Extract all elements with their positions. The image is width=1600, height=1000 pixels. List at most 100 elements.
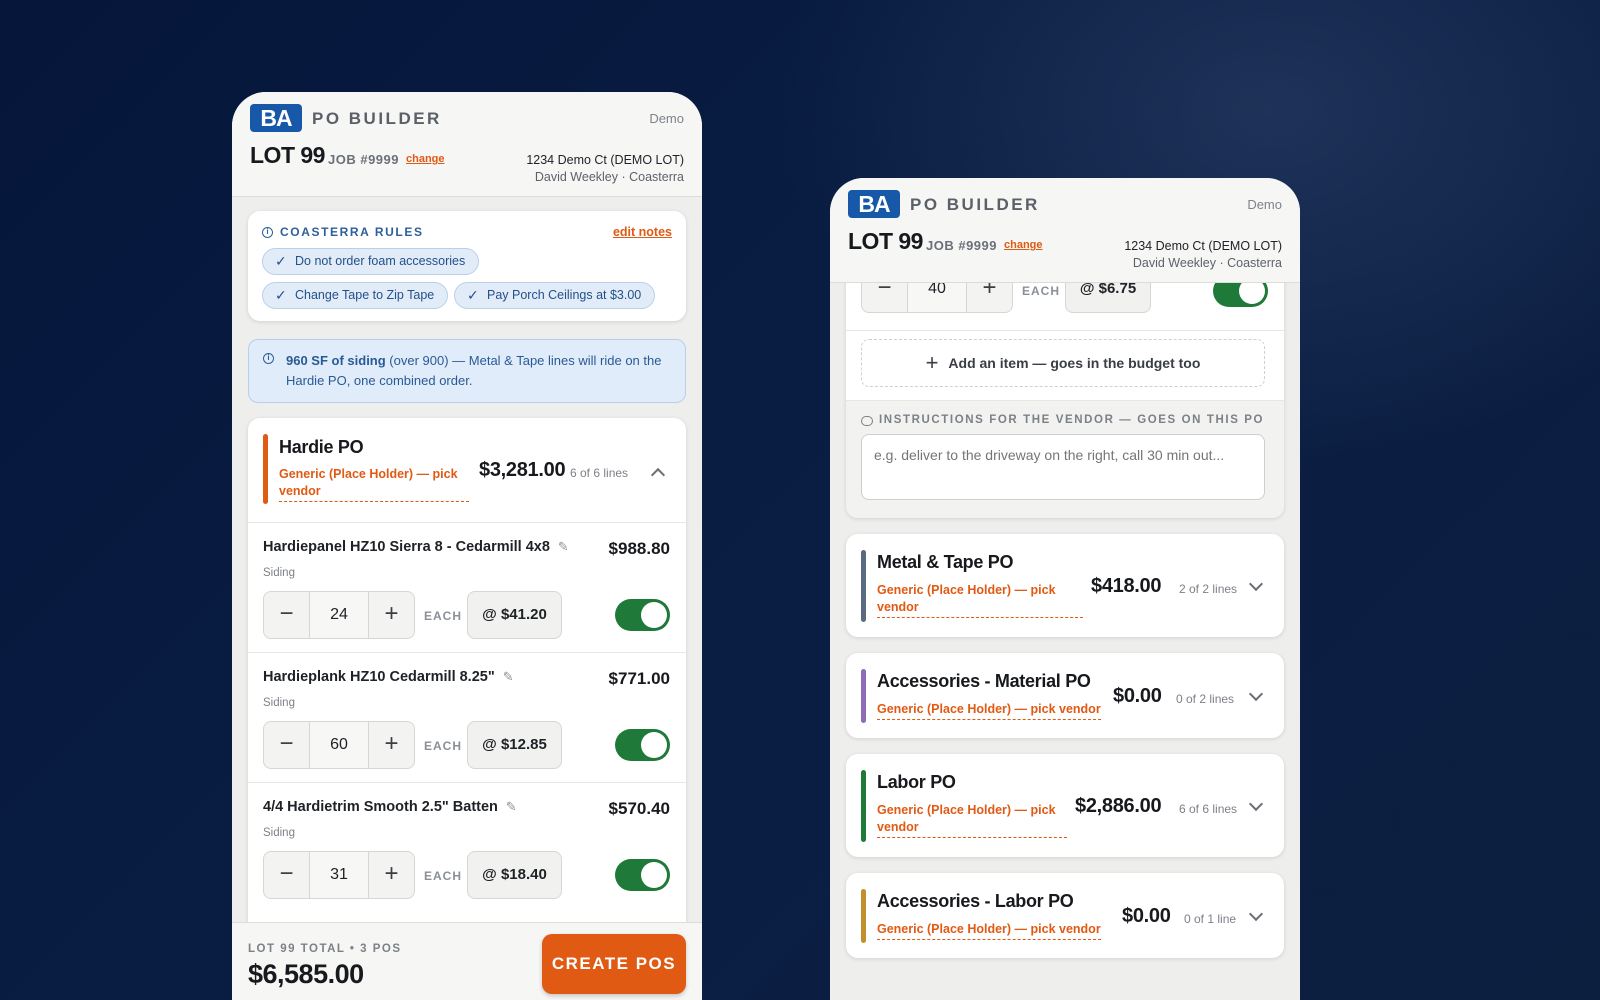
phone-screen-left: BA PO BUILDER Demo LOT 99 JOB #9999 chan… bbox=[232, 92, 702, 1000]
expand-chevron-icon[interactable] bbox=[1248, 688, 1264, 704]
increment-button[interactable]: + bbox=[368, 592, 414, 638]
item-price: $988.80 bbox=[608, 539, 670, 558]
quantity-value[interactable]: 24 bbox=[310, 592, 368, 638]
create-pos-button[interactable]: CREATE POS bbox=[542, 934, 686, 994]
app-header: BA PO BUILDER Demo LOT 99 JOB #9999 chan… bbox=[830, 178, 1300, 283]
unit-label: EACH bbox=[424, 609, 463, 623]
check-icon: ✓ bbox=[275, 253, 287, 269]
rules-card: i COASTERRA RULES edit notes ✓ Do not or… bbox=[248, 211, 686, 321]
decrement-button[interactable]: − bbox=[264, 722, 310, 768]
item-category: Siding bbox=[263, 827, 295, 839]
quantity-value[interactable]: 31 bbox=[310, 852, 368, 898]
item-name: Hardieplank HZ10 Cedarmill 8.25" bbox=[263, 669, 495, 685]
collapse-chevron-icon[interactable] bbox=[650, 464, 666, 480]
total-label: LOT 99 TOTAL • 3 POS bbox=[248, 943, 402, 955]
address-line: 1234 Demo Ct (DEMO LOT) bbox=[526, 153, 684, 167]
po-card-accessories-material[interactable]: Accessories - Material PO Generic (Place… bbox=[846, 653, 1284, 738]
po-total: $418.00 bbox=[1091, 575, 1162, 597]
brand-logo: BA bbox=[250, 104, 302, 132]
po-color-bar bbox=[263, 434, 268, 504]
po-total: $0.00 bbox=[1122, 905, 1171, 927]
change-job-link[interactable]: change bbox=[1004, 239, 1043, 251]
po-line-count: 6 of 6 lines bbox=[570, 466, 629, 480]
po-total: $0.00 bbox=[1113, 685, 1162, 707]
edit-notes-link[interactable]: edit notes bbox=[613, 225, 672, 239]
increment-button[interactable]: + bbox=[368, 852, 414, 898]
rules-title: COASTERRA RULES bbox=[280, 225, 424, 239]
lot-address: 1234 Demo Ct (DEMO LOT) David Weekley · … bbox=[1124, 238, 1282, 272]
rule-chip-label: Pay Porch Ceilings at $3.00 bbox=[487, 288, 642, 302]
notice-highlight: 960 SF of siding bbox=[286, 353, 386, 368]
po-name: Hardie PO bbox=[279, 437, 364, 457]
add-item-button[interactable]: + Add an item — goes in the budget too bbox=[861, 339, 1265, 387]
po-color-bar bbox=[861, 889, 866, 943]
mode-label: Demo bbox=[1247, 197, 1282, 212]
brand-title: PO BUILDER bbox=[312, 109, 442, 128]
decrement-button[interactable]: − bbox=[264, 592, 310, 638]
unit-label: EACH bbox=[424, 869, 463, 883]
expand-chevron-icon[interactable] bbox=[1248, 908, 1264, 924]
lot-total: $6,585.00 bbox=[248, 959, 364, 989]
info-icon: i bbox=[263, 353, 274, 364]
rule-chip[interactable]: ✓ Do not order foam accessories bbox=[262, 248, 480, 275]
edit-pencil-icon[interactable]: ✎ bbox=[558, 539, 569, 555]
unit-label: EACH bbox=[1022, 284, 1061, 298]
decrement-button[interactable]: − bbox=[264, 852, 310, 898]
hardie-po-card: Hardie PO Generic (Place Holder) — pick … bbox=[248, 418, 686, 948]
add-item-label: Add an item — goes in the budget too bbox=[948, 355, 1201, 371]
check-icon: ✓ bbox=[275, 287, 287, 303]
edit-pencil-icon[interactable]: ✎ bbox=[506, 799, 517, 815]
rule-chip[interactable]: ✓ Change Tape to Zip Tape bbox=[262, 282, 449, 309]
line-enabled-toggle[interactable] bbox=[615, 599, 670, 631]
job-number: JOB #9999 bbox=[926, 238, 997, 253]
rule-chip-label: Do not order foam accessories bbox=[295, 254, 466, 268]
line-item: Hardiepanel HZ10 Sierra 8 - Cedarmill 4x… bbox=[248, 522, 686, 652]
quantity-stepper: − 24 + bbox=[263, 591, 415, 639]
edit-pencil-icon[interactable]: ✎ bbox=[503, 669, 514, 685]
rate-field[interactable]: @ $18.40 bbox=[467, 851, 562, 899]
item-name-row: Hardiepanel HZ10 Sierra 8 - Cedarmill 4x… bbox=[263, 539, 569, 555]
line-enabled-toggle[interactable] bbox=[615, 859, 670, 891]
po-line-count: 0 of 2 lines bbox=[1176, 692, 1235, 706]
po-card-accessories-labor[interactable]: Accessories - Labor PO Generic (Place Ho… bbox=[846, 873, 1284, 958]
vendor-picker[interactable]: Generic (Place Holder) — pick vendor bbox=[877, 921, 1101, 940]
rate-field[interactable]: @ $41.20 bbox=[467, 591, 562, 639]
vendor-instructions-input[interactable] bbox=[861, 434, 1265, 500]
phone-screen-right: BA PO BUILDER Demo LOT 99 JOB #9999 chan… bbox=[830, 178, 1300, 1000]
increment-button[interactable]: + bbox=[368, 722, 414, 768]
siding-notice: i 960 SF of siding (over 900) — Metal & … bbox=[248, 339, 686, 403]
quantity-stepper: − 60 + bbox=[263, 721, 415, 769]
instructions-label: INSTRUCTIONS FOR THE VENDOR — GOES ON TH… bbox=[879, 414, 1265, 426]
expand-chevron-icon[interactable] bbox=[1248, 578, 1264, 594]
instructions-section: INSTRUCTIONS FOR THE VENDOR — GOES ON TH… bbox=[846, 400, 1284, 518]
brand-logo: BA bbox=[848, 190, 900, 218]
po-total: $2,886.00 bbox=[1075, 795, 1162, 817]
rule-chip[interactable]: ✓ Pay Porch Ceilings at $3.00 bbox=[454, 282, 656, 309]
po-name: Accessories - Material PO bbox=[877, 671, 1091, 691]
quantity-value[interactable]: 60 bbox=[310, 722, 368, 768]
lot-title: LOT 99 bbox=[250, 142, 325, 168]
item-name-row: Hardieplank HZ10 Cedarmill 8.25" ✎ bbox=[263, 669, 514, 685]
change-job-link[interactable]: change bbox=[406, 153, 445, 165]
line-item: 4/4 Hardietrim Smooth 2.5" Batten ✎ $570.… bbox=[248, 782, 686, 912]
vendor-picker[interactable]: Generic (Place Holder) — pick vendor bbox=[877, 701, 1101, 720]
vendor-picker[interactable]: Generic (Place Holder) — pick vendor bbox=[279, 466, 469, 502]
info-icon: i bbox=[262, 227, 273, 238]
item-name: Hardiepanel HZ10 Sierra 8 - Cedarmill 4x… bbox=[263, 539, 550, 555]
po-name: Accessories - Labor PO bbox=[877, 891, 1074, 911]
vendor-picker[interactable]: Generic (Place Holder) — pick vendor bbox=[877, 802, 1067, 838]
vendor-picker[interactable]: Generic (Place Holder) — pick vendor bbox=[877, 582, 1083, 618]
expand-chevron-icon[interactable] bbox=[1248, 798, 1264, 814]
item-price: $570.40 bbox=[608, 799, 670, 818]
po-card-labor[interactable]: Labor PO Generic (Place Holder) — pick v… bbox=[846, 754, 1284, 857]
line-enabled-toggle[interactable] bbox=[615, 729, 670, 761]
item-category: Siding bbox=[263, 567, 295, 579]
po-total: $3,281.00 bbox=[479, 459, 566, 481]
po-line-count: 6 of 6 lines bbox=[1179, 802, 1238, 816]
customer-line: David Weekley · Coasterra bbox=[534, 170, 684, 184]
unit-label: EACH bbox=[424, 739, 463, 753]
po-card-metal-tape[interactable]: Metal & Tape PO Generic (Place Holder) —… bbox=[846, 534, 1284, 637]
po-name: Metal & Tape PO bbox=[877, 552, 1014, 572]
rate-field[interactable]: @ $12.85 bbox=[467, 721, 562, 769]
item-name: 4/4 Hardietrim Smooth 2.5" Batten bbox=[263, 799, 498, 815]
